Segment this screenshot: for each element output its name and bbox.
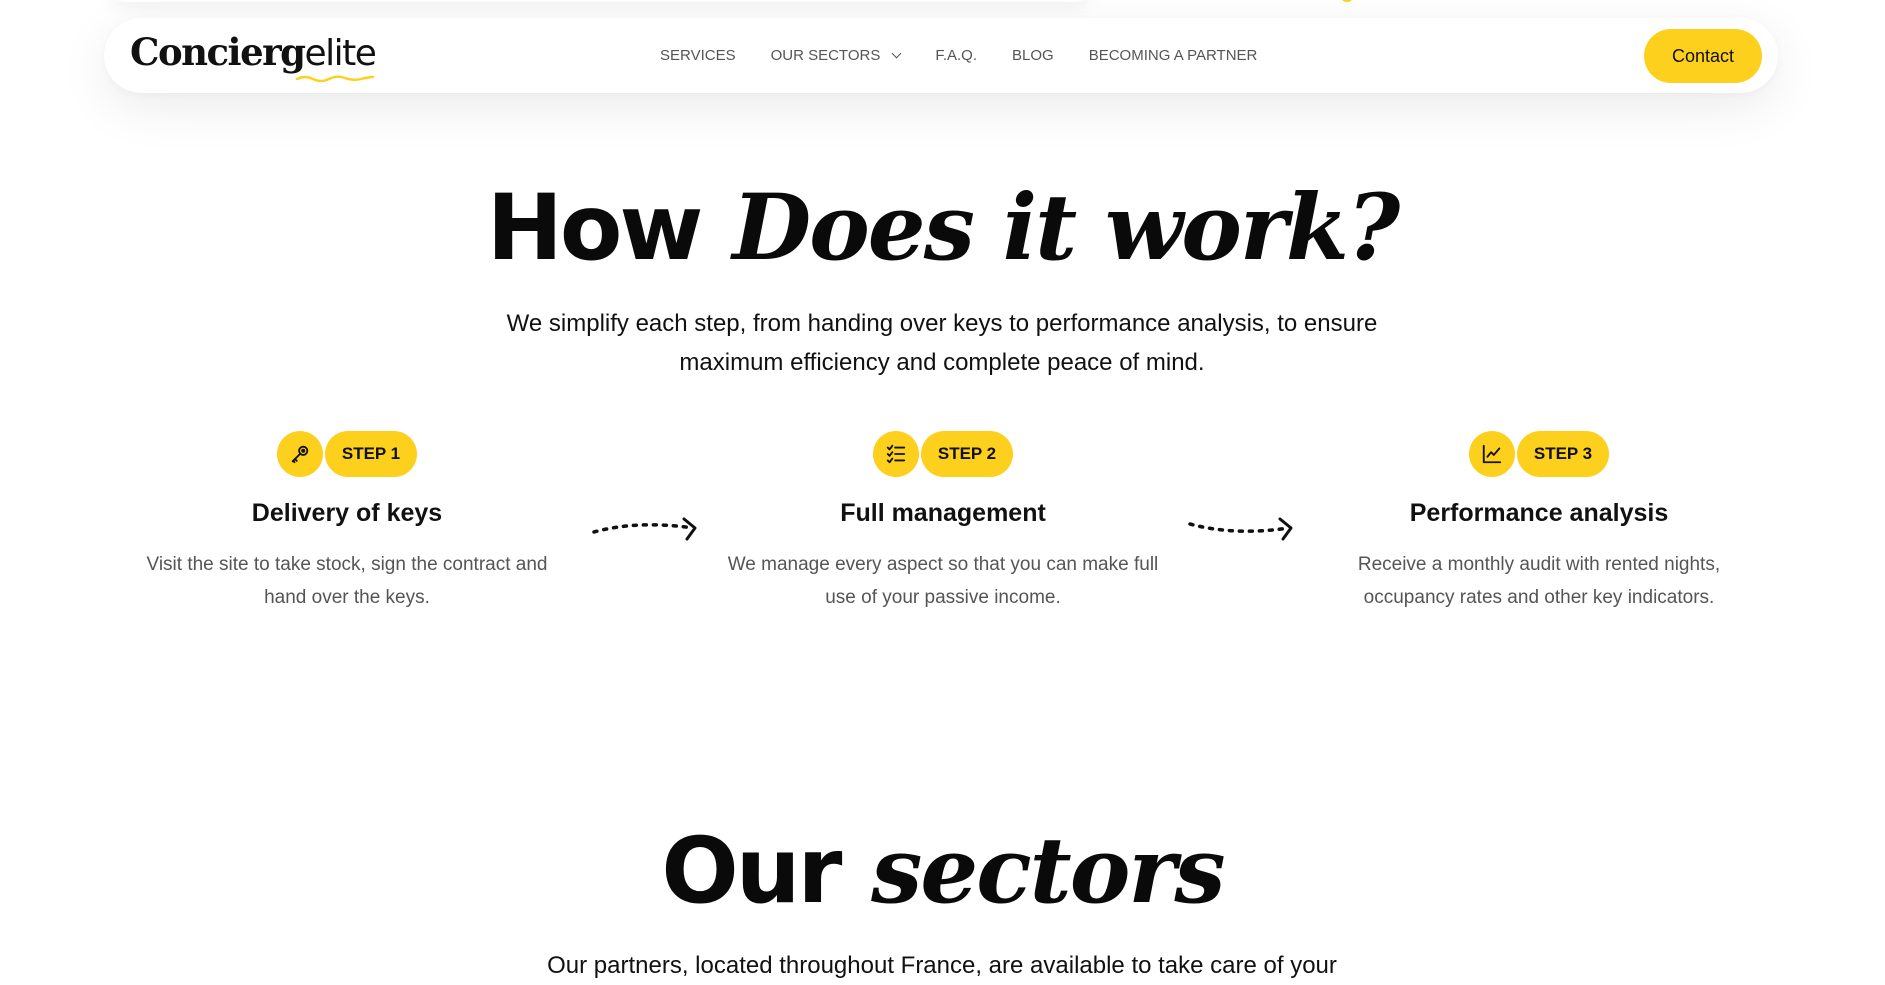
- nav-our-sectors-label: OUR SECTORS: [770, 47, 881, 64]
- step-badge: STEP 2: [920, 431, 1014, 477]
- main-nav: SERVICES OUR SECTORS F.A.Q. BLOG BECOMIN…: [660, 18, 1292, 93]
- step-badge-row: STEP 1: [122, 431, 572, 477]
- step-badge-row: STEP 2: [718, 431, 1168, 477]
- top-partial-panel: [110, 0, 1090, 2]
- logo-text-light: elite: [304, 33, 377, 74]
- how-it-works-subtitle: We simplify each step, from handing over…: [506, 310, 1378, 376]
- logo[interactable]: Concierg elite: [130, 30, 377, 82]
- step-description: Visit the site to take stock, sign the c…: [146, 554, 548, 608]
- how-title-plain: How: [486, 176, 704, 281]
- logo-text-bold: Concierg: [130, 30, 306, 74]
- step-description: We manage every aspect so that you can m…: [727, 554, 1159, 608]
- how-title-italic: Does it work?: [732, 175, 1400, 281]
- dotted-arrow-icon: [592, 517, 697, 541]
- step-title: Full management: [840, 499, 1046, 527]
- step-card-2: STEP 2 Full management We manage every a…: [718, 431, 1168, 614]
- dotted-arrow-icon: [1188, 517, 1293, 541]
- step-card-3: STEP 3 Performance analysis Receive a mo…: [1314, 431, 1764, 614]
- our-sectors-subtitle: Our partners, located throughout France,…: [547, 952, 1337, 979]
- contact-button[interactable]: Contact: [1644, 29, 1762, 83]
- nav-blog[interactable]: BLOG: [1012, 47, 1054, 64]
- checklist-icon: [872, 431, 919, 477]
- chart-line-icon: [1468, 431, 1515, 477]
- step-title: Performance analysis: [1409, 499, 1669, 527]
- step-description: Receive a monthly audit with rented nigh…: [1357, 554, 1721, 608]
- navbar: Concierg elite SERVICES OUR SECTORS F.A.Q…: [104, 18, 1778, 93]
- nav-becoming-partner[interactable]: BECOMING A PARTNER: [1089, 47, 1258, 64]
- logo-squiggle-icon: [295, 75, 375, 82]
- sectors-title-plain: Our: [661, 819, 842, 924]
- our-sectors-title: Our sectors: [0, 826, 1885, 918]
- how-it-works-title: How Does it work?: [0, 183, 1885, 275]
- nav-faq[interactable]: F.A.Q.: [935, 47, 977, 64]
- step-badge: STEP 3: [1516, 431, 1610, 477]
- nav-our-sectors[interactable]: OUR SECTORS: [770, 47, 902, 64]
- sectors-title-italic: sectors: [871, 818, 1225, 924]
- nav-services[interactable]: SERVICES: [660, 47, 736, 64]
- step-card-1: STEP 1 Delivery of keys Visit the site t…: [122, 431, 572, 614]
- step-title: Delivery of keys: [251, 499, 443, 527]
- key-icon: [276, 431, 323, 477]
- chevron-down-icon: [891, 48, 902, 58]
- step-badge: STEP 1: [324, 431, 418, 477]
- step-badge-row: STEP 3: [1314, 431, 1764, 477]
- top-partial-dot: [1340, 0, 1354, 2]
